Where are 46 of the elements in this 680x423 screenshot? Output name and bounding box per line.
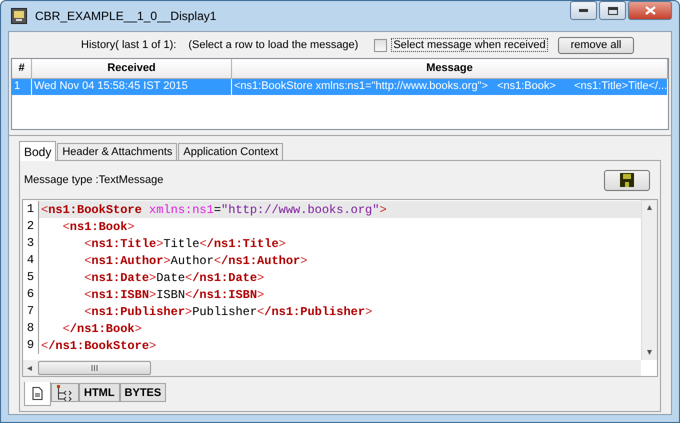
history-hint: (Select a row to load the message) xyxy=(188,39,358,51)
line-number: 1 xyxy=(23,201,39,218)
tab[interactable]: Body xyxy=(19,141,56,161)
checkbox[interactable] xyxy=(374,38,388,52)
tab[interactable]: Application Context xyxy=(178,143,284,161)
window-title: CBR_EXAMPLE__1_0__Display1 xyxy=(35,9,218,23)
maximize-button[interactable] xyxy=(599,1,626,20)
up-arrow-icon xyxy=(647,205,652,210)
minimize-button[interactable] xyxy=(570,1,597,20)
checkbox-label[interactable]: Select message when received xyxy=(391,38,548,52)
column-header[interactable]: Received xyxy=(32,59,232,79)
monitor-icon xyxy=(11,8,27,24)
code-line: </ns1:BookStore> xyxy=(41,338,156,352)
horizontal-scrollbar[interactable] xyxy=(23,360,641,376)
code-editor[interactable] xyxy=(22,199,658,377)
column-header[interactable]: # xyxy=(12,59,32,79)
down-arrow-icon xyxy=(647,350,652,355)
column-header[interactable]: Message xyxy=(232,59,668,79)
close-icon xyxy=(644,6,656,15)
save-button[interactable] xyxy=(604,170,650,190)
message-type-label: Message type :TextMessage xyxy=(24,174,164,186)
tree-icon xyxy=(56,384,74,400)
code-line: <ns1:Publisher>Publisher</ns1:Publisher> xyxy=(84,304,372,318)
close-button[interactable] xyxy=(628,1,672,20)
vertical-scrollbar[interactable] xyxy=(641,200,657,360)
minimize-icon xyxy=(579,9,588,12)
save-icon xyxy=(620,173,634,187)
left-arrow-icon xyxy=(27,366,32,370)
history-label: History( last 1 of 1): xyxy=(81,39,176,51)
view-tab[interactable] xyxy=(51,383,79,402)
code-line: <ns1:ISBN>ISBN</ns1:ISBN> xyxy=(84,288,264,302)
view-tab[interactable]: HTML xyxy=(79,383,120,402)
code-line: <ns1:Date>Date</ns1:Date> xyxy=(84,270,264,284)
grip-icon xyxy=(91,365,98,371)
maximize-icon xyxy=(608,6,618,14)
remove-all-button[interactable]: remove all xyxy=(558,36,634,54)
document-icon xyxy=(32,387,43,400)
code-line: <ns1:BookStore xmlns:ns1="http://www.books.org"> xyxy=(41,202,387,216)
view-tab[interactable] xyxy=(24,382,51,406)
code-line: <ns1:Book> xyxy=(62,220,135,234)
code-line: </ns1:Book> xyxy=(62,322,142,336)
scroll-thumb[interactable] xyxy=(38,361,151,375)
view-tab[interactable]: BYTES xyxy=(120,383,166,402)
code-line: <ns1:Author>Author</ns1:Author> xyxy=(84,254,308,268)
tab[interactable]: Header & Attachments xyxy=(57,143,178,161)
code-line: <ns1:Title>Title</ns1:Title> xyxy=(84,236,286,250)
